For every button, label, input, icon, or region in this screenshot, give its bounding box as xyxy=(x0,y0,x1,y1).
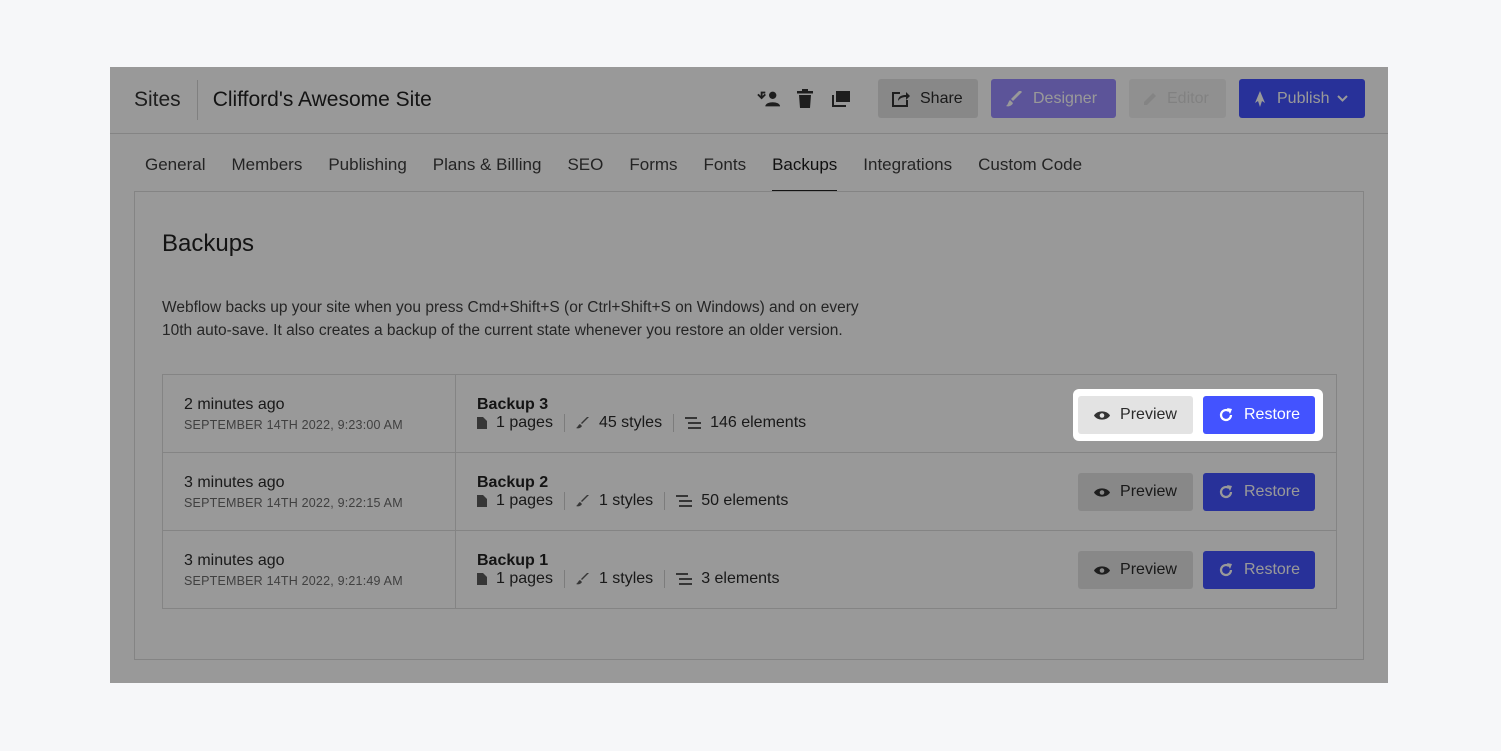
designer-label: Designer xyxy=(1033,89,1098,107)
editor-label: Editor xyxy=(1167,89,1209,107)
absolute-time: SEPTEMBER 14TH 2022, 9:21:49 AM xyxy=(184,574,403,588)
elements-count: 50 elements xyxy=(701,492,789,509)
sites-link[interactable]: Sites xyxy=(134,88,181,112)
styles-count: 45 styles xyxy=(598,414,663,431)
restore-button[interactable]: Restore xyxy=(1203,473,1315,511)
restore-button[interactable]: Restore xyxy=(1203,551,1315,589)
table-row: 3 minutes ago SEPTEMBER 14TH 2022, 9:22:… xyxy=(163,452,1336,530)
elements-icon xyxy=(676,573,693,585)
page-icon xyxy=(477,573,487,585)
tab-seo[interactable]: SEO xyxy=(567,155,603,192)
divider xyxy=(673,414,675,432)
share-icon xyxy=(892,91,910,107)
divider xyxy=(196,80,198,120)
styles-count: 1 styles xyxy=(598,570,654,587)
duplicate-icon[interactable] xyxy=(829,87,853,111)
trash-icon[interactable] xyxy=(793,87,817,111)
table-row: 3 minutes ago SEPTEMBER 14TH 2022, 9:21:… xyxy=(163,530,1336,608)
eye-icon xyxy=(1094,565,1111,575)
relative-time: 2 minutes ago xyxy=(184,396,285,413)
brush-icon xyxy=(575,417,589,429)
designer-button[interactable]: Designer xyxy=(991,79,1116,118)
divider xyxy=(563,570,565,588)
tab-backups[interactable]: Backups xyxy=(772,155,838,192)
highlighted-actions: Preview Restore xyxy=(1073,389,1323,441)
publish-button[interactable]: Publish xyxy=(1239,79,1365,118)
rocket-icon xyxy=(1255,90,1265,107)
tab-forms[interactable]: Forms xyxy=(629,155,677,192)
styles-count: 1 styles xyxy=(598,492,654,509)
share-button[interactable]: Share xyxy=(878,79,978,118)
elements-count: 146 elements xyxy=(710,414,807,431)
pages-count: 1 pages xyxy=(496,570,553,587)
settings-tabs: General Members Publishing Plans & Billi… xyxy=(145,155,1108,192)
refresh-icon xyxy=(1219,485,1233,499)
absolute-time: SEPTEMBER 14TH 2022, 9:22:15 AM xyxy=(184,496,403,510)
tab-plans-billing[interactable]: Plans & Billing xyxy=(433,155,542,192)
page-icon xyxy=(477,495,487,507)
backups-description: Webflow backs up your site when you pres… xyxy=(162,299,859,339)
refresh-icon xyxy=(1219,408,1233,422)
eye-icon xyxy=(1094,487,1111,497)
row-actions: Preview Restore xyxy=(1078,551,1315,589)
restore-label: Restore xyxy=(1243,483,1301,500)
eye-icon xyxy=(1094,410,1111,420)
pages-count: 1 pages xyxy=(496,492,553,509)
transfer-user-icon[interactable] xyxy=(757,87,781,111)
tab-custom-code[interactable]: Custom Code xyxy=(978,155,1082,192)
publish-label: Publish xyxy=(1277,89,1330,107)
chevron-down-icon xyxy=(1337,95,1349,102)
tab-fonts[interactable]: Fonts xyxy=(704,155,747,192)
top-bar: Sites Clifford's Awesome Site Share Desi… xyxy=(110,67,1388,134)
backup-time-cell: 2 minutes ago SEPTEMBER 14TH 2022, 9:23:… xyxy=(163,375,456,452)
relative-time: 3 minutes ago xyxy=(184,552,285,569)
share-label: Share xyxy=(920,89,963,107)
preview-label: Preview xyxy=(1120,561,1177,578)
editor-button[interactable]: Editor xyxy=(1129,79,1226,118)
elements-icon xyxy=(676,495,693,507)
divider xyxy=(664,492,666,510)
tab-integrations[interactable]: Integrations xyxy=(863,155,952,192)
row-actions: Preview Restore xyxy=(1078,396,1315,434)
site-title: Clifford's Awesome Site xyxy=(212,88,432,111)
preview-button[interactable]: Preview xyxy=(1078,473,1193,511)
elements-icon xyxy=(685,417,702,429)
brush-icon xyxy=(1006,90,1022,106)
restore-label: Restore xyxy=(1243,561,1301,578)
tab-publishing[interactable]: Publishing xyxy=(328,155,406,192)
divider xyxy=(563,492,565,510)
preview-label: Preview xyxy=(1120,406,1177,423)
brush-icon xyxy=(575,573,589,585)
tab-members[interactable]: Members xyxy=(231,155,302,192)
preview-button[interactable]: Preview xyxy=(1078,396,1193,434)
brush-icon xyxy=(575,495,589,507)
backup-time-cell: 3 minutes ago SEPTEMBER 14TH 2022, 9:21:… xyxy=(163,531,456,608)
page-title: Backups xyxy=(162,230,255,257)
refresh-icon xyxy=(1219,563,1233,577)
restore-button[interactable]: Restore xyxy=(1203,396,1315,434)
divider xyxy=(664,570,666,588)
absolute-time: SEPTEMBER 14TH 2022, 9:23:00 AM xyxy=(184,418,403,432)
restore-label: Restore xyxy=(1243,406,1301,423)
page-icon xyxy=(477,417,487,429)
preview-button[interactable]: Preview xyxy=(1078,551,1193,589)
site-settings-window: Sites Clifford's Awesome Site Share Desi… xyxy=(110,67,1388,683)
backup-time-cell: 3 minutes ago SEPTEMBER 14TH 2022, 9:22:… xyxy=(163,453,456,530)
pencil-icon xyxy=(1144,92,1156,105)
pages-count: 1 pages xyxy=(496,414,553,431)
row-actions: Preview Restore xyxy=(1078,473,1315,511)
preview-label: Preview xyxy=(1120,483,1177,500)
top-actions: Share Designer Editor Publish xyxy=(757,79,1365,118)
divider xyxy=(563,414,565,432)
relative-time: 3 minutes ago xyxy=(184,474,285,491)
elements-count: 3 elements xyxy=(701,570,780,587)
tab-general[interactable]: General xyxy=(145,155,205,192)
